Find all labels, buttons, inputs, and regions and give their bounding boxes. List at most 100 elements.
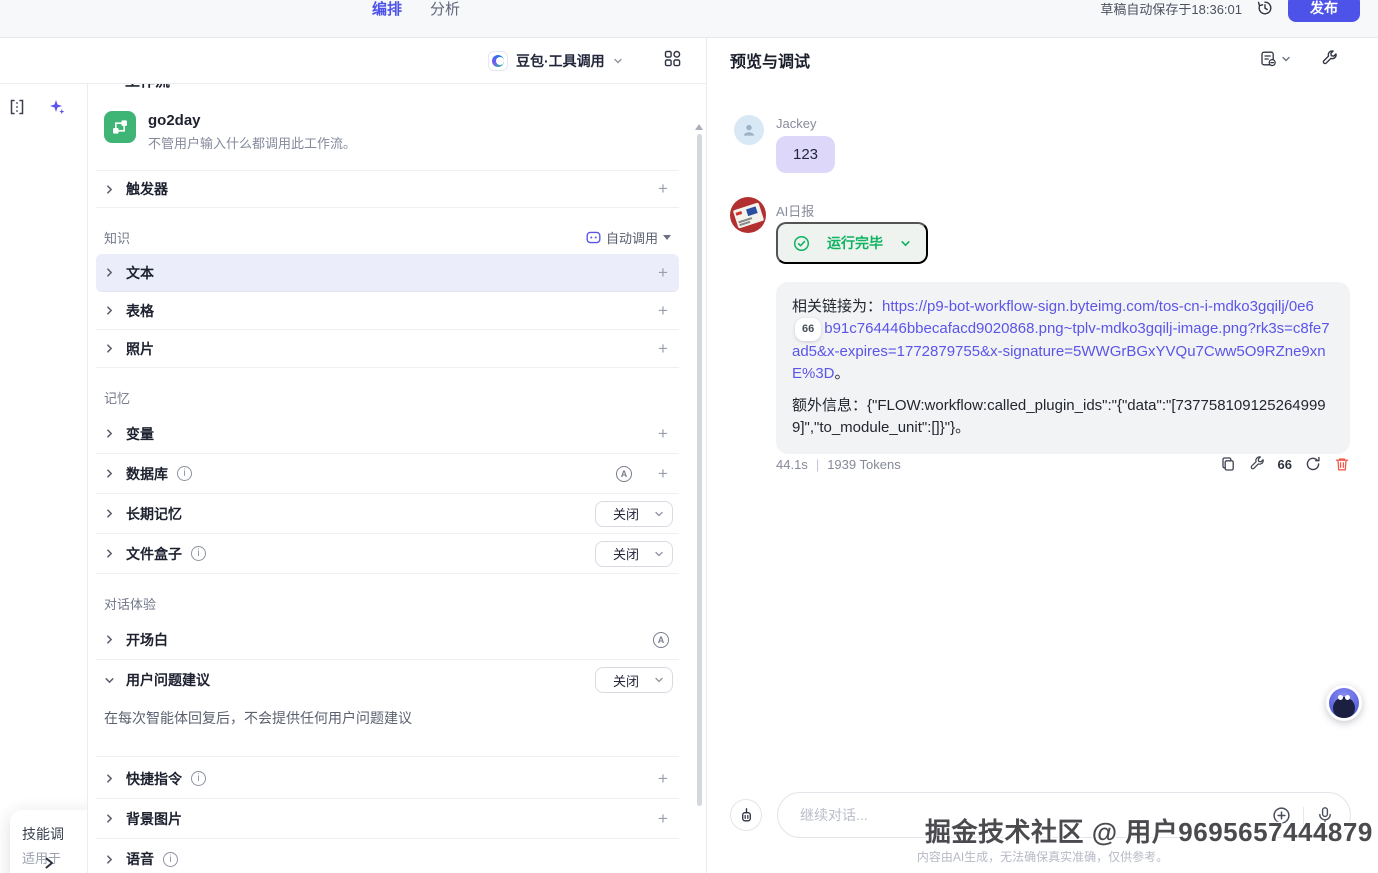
row-label: 长期记忆 bbox=[126, 505, 182, 522]
debug-log-dropdown[interactable] bbox=[1260, 50, 1291, 67]
panel-title: 预览与调试 bbox=[730, 54, 811, 71]
publish-button[interactable]: 发布 bbox=[1288, 0, 1360, 22]
voice-input-button[interactable] bbox=[1316, 806, 1334, 824]
row-knowledge-photo[interactable]: 照片 + bbox=[96, 330, 679, 368]
workflow-item-go2day[interactable]: go2day 不管用户输入什么都调用此工作流。 bbox=[96, 99, 679, 170]
add-table-knowledge-button[interactable]: + bbox=[653, 301, 673, 321]
group-memory: 记忆 bbox=[104, 384, 671, 410]
expand-panel-button[interactable] bbox=[42, 852, 64, 873]
app-window: 编排 分析 草稿自动保存于18:36:01 发布 豆包·工具调用 技能调 适用于… bbox=[0, 0, 1378, 873]
suggestion-description: 在每次智能体回复后，不会提供任何用户问题建议 bbox=[96, 700, 679, 757]
auto-badge-icon[interactable]: A bbox=[653, 631, 669, 648]
delete-message-button[interactable] bbox=[1334, 456, 1350, 472]
row-label: 语音 bbox=[126, 851, 154, 867]
quote-citation-button[interactable]: 66 bbox=[1278, 457, 1292, 472]
row-label: 数据库 bbox=[126, 465, 168, 482]
row-label: 开场白 bbox=[126, 631, 168, 648]
history-button[interactable] bbox=[1256, 0, 1274, 17]
row-shortcut[interactable]: 快捷指令 i + bbox=[96, 759, 679, 799]
select-value: 关闭 bbox=[612, 547, 639, 562]
reply-duration: 44.1s bbox=[776, 456, 808, 472]
history-icon bbox=[1256, 0, 1274, 17]
row-suggestion[interactable]: 用户问题建议 关闭 bbox=[96, 660, 679, 700]
knowledge-mode-dropdown[interactable]: 自动调用 bbox=[586, 228, 671, 247]
doubao-model-icon bbox=[488, 51, 508, 71]
model-selector[interactable]: 豆包·工具调用 bbox=[488, 47, 623, 75]
workflow-desc: 不管用户输入什么都调用此工作流。 bbox=[148, 136, 357, 151]
row-variable[interactable]: 变量 + bbox=[96, 414, 679, 454]
top-tabs: 编排 分析 bbox=[372, 0, 460, 19]
microphone-icon bbox=[1316, 806, 1334, 824]
row-trigger[interactable]: 触发器 + bbox=[96, 170, 679, 208]
ai-optimize-button[interactable] bbox=[48, 98, 66, 116]
row-label: 照片 bbox=[126, 340, 154, 357]
prompt-panel-button[interactable] bbox=[8, 98, 26, 116]
row-background-image[interactable]: 背景图片 + bbox=[96, 799, 679, 839]
chevron-down-icon bbox=[104, 84, 115, 86]
meta-separator: | bbox=[815, 456, 820, 472]
layout-grid-button[interactable] bbox=[664, 50, 681, 67]
row-filebox[interactable]: 文件盒子 i 关闭 bbox=[96, 534, 679, 574]
chevron-right-icon bbox=[104, 634, 115, 645]
attach-button[interactable] bbox=[1272, 806, 1291, 825]
chat-composer bbox=[730, 792, 1351, 838]
row-label: 用户问题建议 bbox=[126, 672, 210, 688]
copy-icon bbox=[1220, 456, 1236, 472]
reply-tokens: 1939 Tokens bbox=[827, 456, 901, 472]
info-icon[interactable]: i bbox=[163, 851, 178, 867]
filebox-select[interactable]: 关闭 bbox=[595, 540, 673, 567]
add-database-button[interactable]: + bbox=[653, 464, 673, 484]
scrollbar-thumb[interactable] bbox=[696, 134, 702, 806]
group-label: 记忆 bbox=[104, 390, 131, 406]
add-background-button[interactable]: + bbox=[653, 809, 673, 829]
add-photo-knowledge-button[interactable]: + bbox=[653, 339, 673, 359]
add-shortcut-button[interactable]: + bbox=[653, 769, 673, 789]
chevron-down-icon bbox=[104, 675, 115, 686]
debug-tools-button[interactable] bbox=[1321, 50, 1338, 67]
reply-paragraph-link: 相关链接为：https://p9-bot-workflow-sign.bytei… bbox=[792, 296, 1334, 384]
info-icon[interactable]: i bbox=[177, 466, 192, 481]
row-label: 文件盒子 bbox=[126, 545, 182, 562]
long-term-memory-select[interactable]: 关闭 bbox=[595, 500, 673, 527]
person-icon bbox=[740, 121, 758, 139]
bracket-panel-icon bbox=[8, 98, 26, 116]
bot-config-panel: 豆包·工具调用 技能调 适用于 go2day 不管用户输入什么都调用此工作流。 … bbox=[0, 38, 706, 873]
section-workflow-clipped: 工作流 bbox=[96, 84, 679, 99]
row-label: 触发器 bbox=[126, 181, 168, 197]
tab-analytics[interactable]: 分析 bbox=[430, 0, 460, 19]
message-input[interactable] bbox=[800, 807, 1260, 823]
chevron-down-icon bbox=[654, 675, 664, 685]
bot-name: AI日报 bbox=[776, 204, 815, 219]
dropdown-arrow-icon bbox=[663, 235, 671, 240]
copy-button[interactable] bbox=[1220, 456, 1236, 472]
citation-badge[interactable]: 66 bbox=[795, 317, 822, 341]
debug-wrench-button[interactable] bbox=[1249, 456, 1265, 472]
row-knowledge-text[interactable]: 文本 + bbox=[96, 254, 679, 292]
chevron-right-icon bbox=[104, 267, 115, 278]
regenerate-button[interactable] bbox=[1305, 456, 1321, 472]
reply-paragraph-extra: 额外信息：{"FLOW:workflow:called_plugin_ids":… bbox=[792, 397, 1326, 436]
assistant-mascot-button[interactable] bbox=[1326, 685, 1362, 721]
section-label: 工作流 bbox=[125, 84, 170, 91]
tab-orchestrate[interactable]: 编排 bbox=[372, 0, 402, 19]
chevron-down-icon bbox=[654, 549, 664, 559]
run-status-toggle[interactable]: 运行完毕 bbox=[776, 222, 928, 264]
add-trigger-button[interactable]: + bbox=[653, 179, 673, 199]
knowledge-mode-value: 自动调用 bbox=[605, 230, 658, 246]
add-text-knowledge-button[interactable]: + bbox=[653, 263, 673, 283]
add-variable-button[interactable]: + bbox=[653, 424, 673, 444]
suggestion-select[interactable]: 关闭 bbox=[595, 667, 673, 693]
info-icon[interactable]: i bbox=[191, 771, 206, 786]
clear-context-button[interactable] bbox=[730, 799, 762, 831]
row-database[interactable]: 数据库 i A + bbox=[96, 454, 679, 494]
scroll-up-arrow[interactable] bbox=[695, 124, 703, 130]
row-long-term-memory[interactable]: 长期记忆 关闭 bbox=[96, 494, 679, 534]
row-knowledge-table[interactable]: 表格 + bbox=[96, 292, 679, 330]
row-voice-clipped[interactable]: 语音 i bbox=[96, 839, 679, 873]
group-knowledge: 知识 自动调用 bbox=[104, 224, 671, 250]
config-scrollbar[interactable] bbox=[695, 122, 703, 873]
row-opening[interactable]: 开场白 A bbox=[96, 620, 679, 660]
ai-disclaimer: 内容由AI生成，无法确保真实准确，仅供参考。 bbox=[916, 850, 1169, 864]
auto-badge-icon[interactable]: A bbox=[616, 465, 632, 482]
info-icon[interactable]: i bbox=[191, 546, 206, 561]
